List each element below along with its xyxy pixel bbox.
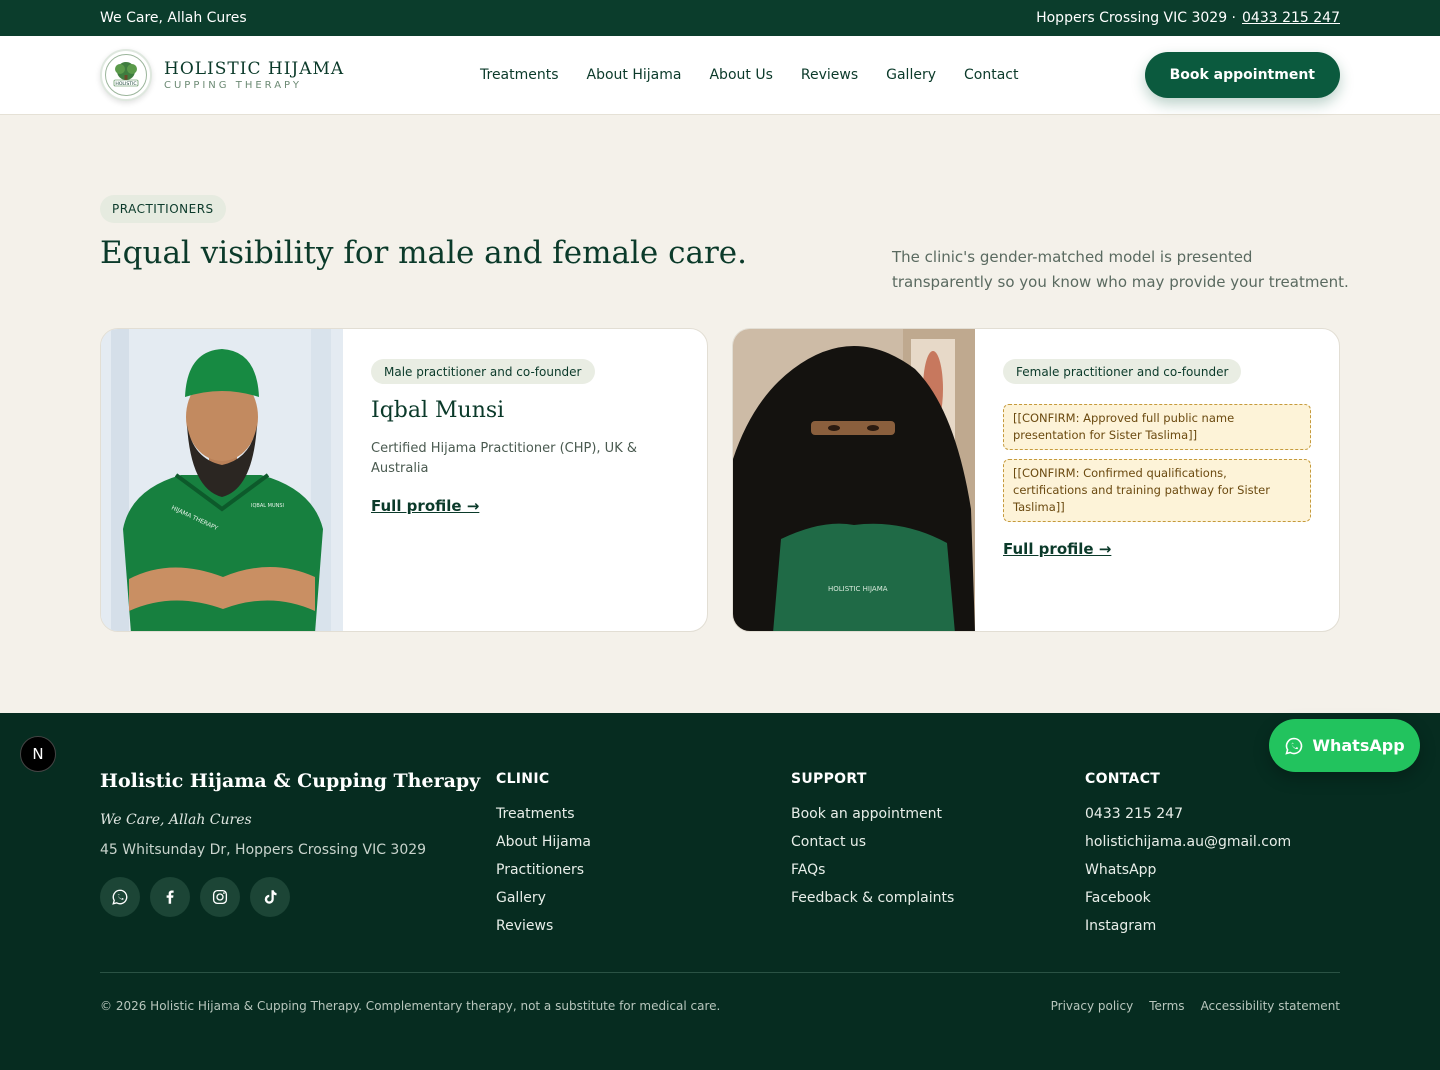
top-location: Hoppers Crossing VIC 3029 · (1036, 10, 1237, 26)
footer-address: 45 Whitsunday Dr, Hoppers Crossing VIC 3… (100, 842, 427, 858)
logo-badge-text: HOLISTIC (115, 81, 136, 87)
social-links (100, 877, 290, 917)
instagram-icon[interactable] (200, 877, 240, 917)
book-appointment-button[interactable]: Book appointment (1144, 52, 1340, 98)
footer-link-treatments[interactable]: Treatments (496, 800, 591, 828)
top-contact: Hoppers Crossing VIC 3029 · 0433 215 247 (1036, 10, 1340, 26)
top-bar: We Care, Allah Cures Hoppers Crossing VI… (0, 0, 1440, 36)
whatsapp-icon (1285, 737, 1303, 755)
shirt-text-right: IQBAL MUNSI (251, 503, 284, 509)
logo-tree-icon: HOLISTIC (105, 54, 147, 96)
nav-about-hijama[interactable]: About Hijama (587, 67, 682, 83)
footer-support-title: SUPPORT (791, 771, 867, 787)
footer-divider (100, 972, 1340, 973)
site-footer: Holistic Hijama & Cupping Therapy We Car… (0, 713, 1440, 1070)
nav-reviews[interactable]: Reviews (801, 67, 858, 83)
footer-clinic-column: CLINIC Treatments About Hijama Practitio… (496, 771, 591, 940)
footer-link-instagram[interactable]: Instagram (1085, 912, 1291, 940)
terms-link[interactable]: Terms (1149, 999, 1184, 1013)
footer-brand: Holistic Hijama & Cupping Therapy (100, 770, 481, 792)
footer-legal-links: Privacy policy Terms Accessibility state… (1051, 999, 1340, 1013)
practitioner-name: Iqbal Munsi (371, 398, 505, 423)
practitioner-role-pill: Male practitioner and co-founder (371, 359, 595, 384)
footer-contact-title: CONTACT (1085, 771, 1161, 787)
shirt-text-female: HOLISTIC HIJAMA (828, 585, 888, 593)
whatsapp-icon[interactable] (100, 877, 140, 917)
site-header: HOLISTIC HOLISTIC HIJAMA CUPPING THERAPY… (0, 36, 1440, 115)
footer-link-reviews[interactable]: Reviews (496, 912, 591, 940)
footer-link-contact-us[interactable]: Contact us (791, 828, 954, 856)
nav-treatments[interactable]: Treatments (480, 67, 559, 83)
section-intro: The clinic's gender-matched model is pre… (892, 248, 1349, 291)
footer-link-faqs[interactable]: FAQs (791, 856, 954, 884)
full-profile-link-female[interactable]: Full profile → (1003, 540, 1111, 558)
site-logo[interactable]: HOLISTIC HOLISTIC HIJAMA CUPPING THERAPY (100, 49, 344, 101)
nav-gallery[interactable]: Gallery (886, 67, 936, 83)
practitioners-section: PRACTITIONERS Equal visibility for male … (0, 115, 1440, 713)
footer-link-book[interactable]: Book an appointment (791, 800, 954, 828)
section-pill: PRACTITIONERS (100, 195, 226, 223)
footer-clinic-title: CLINIC (496, 771, 550, 787)
top-phone-link[interactable]: 0433 215 247 (1242, 10, 1340, 26)
footer-link-about-hijama[interactable]: About Hijama (496, 828, 591, 856)
nav-contact[interactable]: Contact (964, 67, 1018, 83)
privacy-policy-link[interactable]: Privacy policy (1051, 999, 1134, 1013)
footer-support-column: SUPPORT Book an appointment Contact us F… (791, 771, 954, 912)
top-tagline: We Care, Allah Cures (100, 10, 247, 26)
footer-link-feedback[interactable]: Feedback & complaints (791, 884, 954, 912)
practitioner-photo-female: HOLISTIC HIJAMA (733, 329, 975, 631)
confirm-name-note: [[CONFIRM: Approved full public name pre… (1003, 404, 1311, 450)
whatsapp-fab-label: WhatsApp (1312, 736, 1405, 755)
footer-email[interactable]: holistichijama.au@gmail.com (1085, 828, 1291, 856)
practitioner-credentials: Certified Hijama Practitioner (CHP), UK … (371, 441, 637, 476)
practitioner-role-pill: Female practitioner and co-founder (1003, 359, 1242, 384)
whatsapp-floating-button[interactable]: WhatsApp (1269, 719, 1420, 772)
logo-badge: HOLISTIC (100, 49, 152, 101)
practitioner-photo-male: HIJAMA THERAPY IQBAL MUNSI (101, 329, 343, 631)
dev-tools-badge[interactable]: N (20, 736, 56, 772)
footer-link-practitioners[interactable]: Practitioners (496, 856, 591, 884)
tiktok-icon[interactable] (250, 877, 290, 917)
section-heading: Equal visibility for male and female car… (100, 235, 747, 271)
footer-link-facebook[interactable]: Facebook (1085, 884, 1291, 912)
footer-copyright: © 2026 Holistic Hijama & Cupping Therapy… (100, 999, 721, 1013)
footer-link-gallery[interactable]: Gallery (496, 884, 591, 912)
footer-contact-column: CONTACT 0433 215 247 holistichijama.au@g… (1085, 771, 1291, 940)
footer-link-whatsapp[interactable]: WhatsApp (1085, 856, 1291, 884)
logo-subtitle: CUPPING THERAPY (164, 80, 302, 91)
footer-tagline: We Care, Allah Cures (100, 812, 252, 828)
accessibility-link[interactable]: Accessibility statement (1201, 999, 1340, 1013)
facebook-icon[interactable] (150, 877, 190, 917)
nav-about-us[interactable]: About Us (709, 67, 772, 83)
practitioner-card-male: HIJAMA THERAPY IQBAL MUNSI Male practiti… (100, 328, 708, 632)
logo-title: HOLISTIC HIJAMA (164, 59, 345, 79)
practitioner-card-female: HOLISTIC HIJAMA Female practitioner and … (732, 328, 1340, 632)
main-nav: Treatments About Hijama About Us Reviews… (480, 36, 1018, 114)
footer-phone[interactable]: 0433 215 247 (1085, 800, 1291, 828)
confirm-qualifications-note: [[CONFIRM: Confirmed qualifications, cer… (1003, 459, 1311, 522)
full-profile-link-male[interactable]: Full profile → (371, 497, 479, 515)
